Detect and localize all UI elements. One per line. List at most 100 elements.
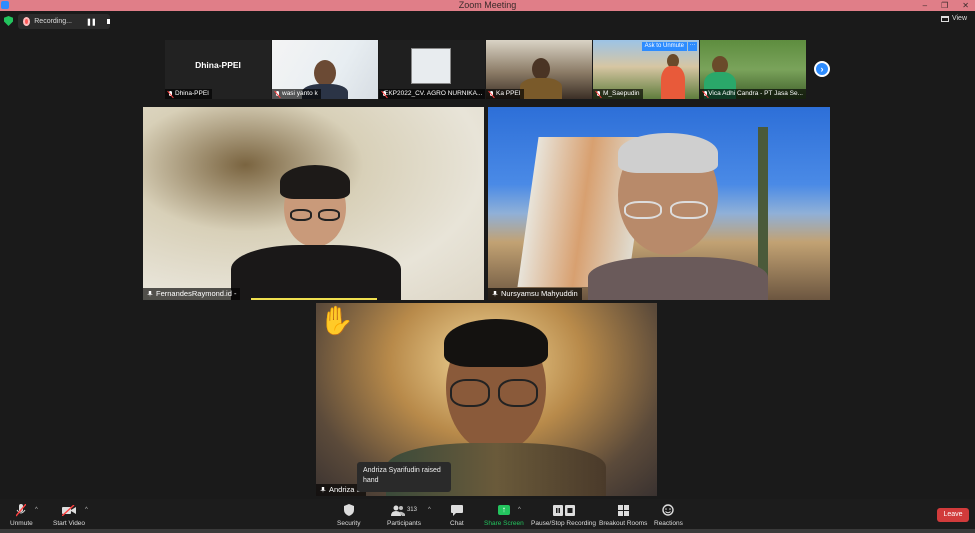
participant-strip: Dhina-PPEI Dhina-PPEI wasi yanto k EKP20… <box>165 40 809 99</box>
muted-mic-icon <box>489 90 494 98</box>
participant-thumbnail[interactable]: Dhina-PPEI Dhina-PPEI <box>165 40 271 99</box>
breakout-rooms-label: Breakout Rooms <box>599 520 648 527</box>
muted-mic-icon <box>168 90 173 98</box>
muted-mic-icon <box>16 503 27 517</box>
stop-recording-icon[interactable] <box>106 19 110 24</box>
participant-caption: Ka PPEI <box>486 89 524 99</box>
maximize-button[interactable]: ❐ <box>941 0 948 11</box>
participant-name: Nursyamsu Mahyuddin <box>501 289 578 298</box>
share-options-caret[interactable]: ^ <box>518 507 521 513</box>
participant-video-body <box>520 78 562 99</box>
shared-screen-preview <box>411 48 451 84</box>
participant-glasses <box>450 379 490 407</box>
share-screen-icon-wrap: ↑ <box>497 503 510 517</box>
participant-name: wasi yanto k <box>282 90 318 97</box>
recording-label: Recording... <box>34 18 72 25</box>
breakout-rooms-icon <box>617 503 629 517</box>
unmute-label: Unmute <box>10 520 33 527</box>
pin-icon <box>147 291 153 297</box>
participants-button[interactable]: 313 Participants <box>387 503 421 527</box>
participant-name: FernandesRaymond.id - <box>156 289 237 298</box>
participants-label: Participants <box>387 520 421 527</box>
next-page-button[interactable]: › <box>814 61 830 77</box>
participant-name: Dhina-PPEI <box>175 90 209 97</box>
participant-name: M_Saepudin <box>603 90 640 97</box>
muted-mic-icon <box>596 90 601 98</box>
security-label: Security <box>337 520 361 527</box>
participant-glasses <box>670 201 708 219</box>
participant-glasses <box>290 209 312 221</box>
close-button[interactable]: ✕ <box>962 0 969 11</box>
meeting-topbar: Recording... ❚❚ View <box>0 11 975 31</box>
reactions-button[interactable]: Reactions <box>654 503 683 527</box>
participant-caption: Vica Adhi Candra - PT Jasa Se... <box>700 89 806 99</box>
video-off-icon <box>62 503 77 517</box>
participants-options-caret[interactable]: ^ <box>428 507 431 513</box>
start-video-button[interactable]: Start Video <box>53 503 85 527</box>
participant-thumbnail[interactable]: Vica Adhi Candra - PT Jasa Se... <box>700 40 806 99</box>
participant-caption: M_Saepudin <box>593 89 643 99</box>
grid-view-icon <box>940 15 949 22</box>
active-speaker-indicator <box>251 298 377 300</box>
security-shield-icon[interactable] <box>4 16 13 26</box>
reactions-label: Reactions <box>654 520 683 527</box>
participant-caption: Nursyamsu Mahyuddin <box>488 288 582 300</box>
pin-icon <box>492 291 498 297</box>
participants-count: 313 <box>406 507 417 513</box>
participants-icon: 313 <box>390 503 417 517</box>
recording-indicator: Recording... ❚❚ <box>18 14 110 29</box>
participant-thumbnail[interactable]: Ask to Unmute ··· M_Saepudin <box>593 40 699 99</box>
leave-button[interactable]: Leave <box>937 508 969 522</box>
chat-icon <box>450 503 463 517</box>
breakout-rooms-button[interactable]: Breakout Rooms <box>599 503 647 527</box>
window-title: Zoom Meeting <box>458 0 517 10</box>
view-button[interactable]: View <box>940 15 967 22</box>
participant-video-body <box>661 66 685 99</box>
participant-name: Ka PPEI <box>496 90 521 97</box>
participant-thumbnail[interactable]: EKP2022_CV. AGRO NURNIKA... <box>379 40 485 99</box>
participant-thumbnail[interactable]: wasi yanto k <box>272 40 378 99</box>
ask-to-unmute-button[interactable]: Ask to Unmute <box>641 42 687 51</box>
video-tile[interactable]: Nursyamsu Mahyuddin <box>488 107 830 300</box>
pause-stop-icon <box>552 503 575 517</box>
participant-caption: Dhina-PPEI <box>165 89 212 99</box>
participant-video-body <box>588 257 768 300</box>
recording-dot-icon <box>23 17 31 26</box>
os-taskbar <box>0 529 975 533</box>
window-titlebar: Zoom Meeting – ❐ ✕ <box>0 0 975 11</box>
unmute-button[interactable]: Unmute <box>10 503 33 527</box>
video-tile[interactable]: FernandesRaymond.id - <box>143 107 484 300</box>
pause-recording-icon[interactable]: ❚❚ <box>86 18 97 26</box>
audio-options-caret[interactable]: ^ <box>35 507 38 513</box>
participant-hair <box>444 319 548 367</box>
chat-button[interactable]: Chat <box>450 503 464 527</box>
window-controls: – ❐ ✕ <box>923 0 969 11</box>
video-options-caret[interactable]: ^ <box>85 507 88 513</box>
participant-glasses <box>624 201 662 219</box>
more-options-icon[interactable]: ··· <box>688 42 697 51</box>
participant-caption: FernandesRaymond.id - <box>143 288 241 300</box>
raised-hand-icon: ✋ <box>319 305 354 336</box>
pause-stop-recording-button[interactable]: Pause/Stop Recording <box>531 503 596 527</box>
participant-video-body <box>231 245 401 300</box>
chat-label: Chat <box>450 520 464 527</box>
participant-video <box>314 60 336 86</box>
share-screen-icon: ↑ <box>497 505 510 515</box>
participant-name: EKP2022_CV. AGRO NURNIKA... <box>384 90 483 97</box>
pin-icon <box>320 487 326 493</box>
participant-hair <box>280 165 350 199</box>
participant-hair <box>618 133 718 173</box>
participant-name-display: Dhina-PPEI <box>195 59 241 70</box>
share-screen-label: Share Screen <box>484 520 524 527</box>
start-video-label: Start Video <box>53 520 86 527</box>
zoom-app-icon <box>1 1 9 9</box>
muted-mic-icon <box>703 90 708 98</box>
pause-stop-label: Pause/Stop Recording <box>531 520 597 527</box>
participant-glasses <box>318 209 340 221</box>
participant-caption: EKP2022_CV. AGRO NURNIKA... <box>379 89 485 99</box>
security-button[interactable]: Security <box>337 503 360 527</box>
raised-hand-notification: Andriza Syarifudin raised hand <box>357 462 451 492</box>
minimize-button[interactable]: – <box>923 0 927 11</box>
participant-video <box>532 58 550 80</box>
participant-thumbnail[interactable]: Ka PPEI <box>486 40 592 99</box>
